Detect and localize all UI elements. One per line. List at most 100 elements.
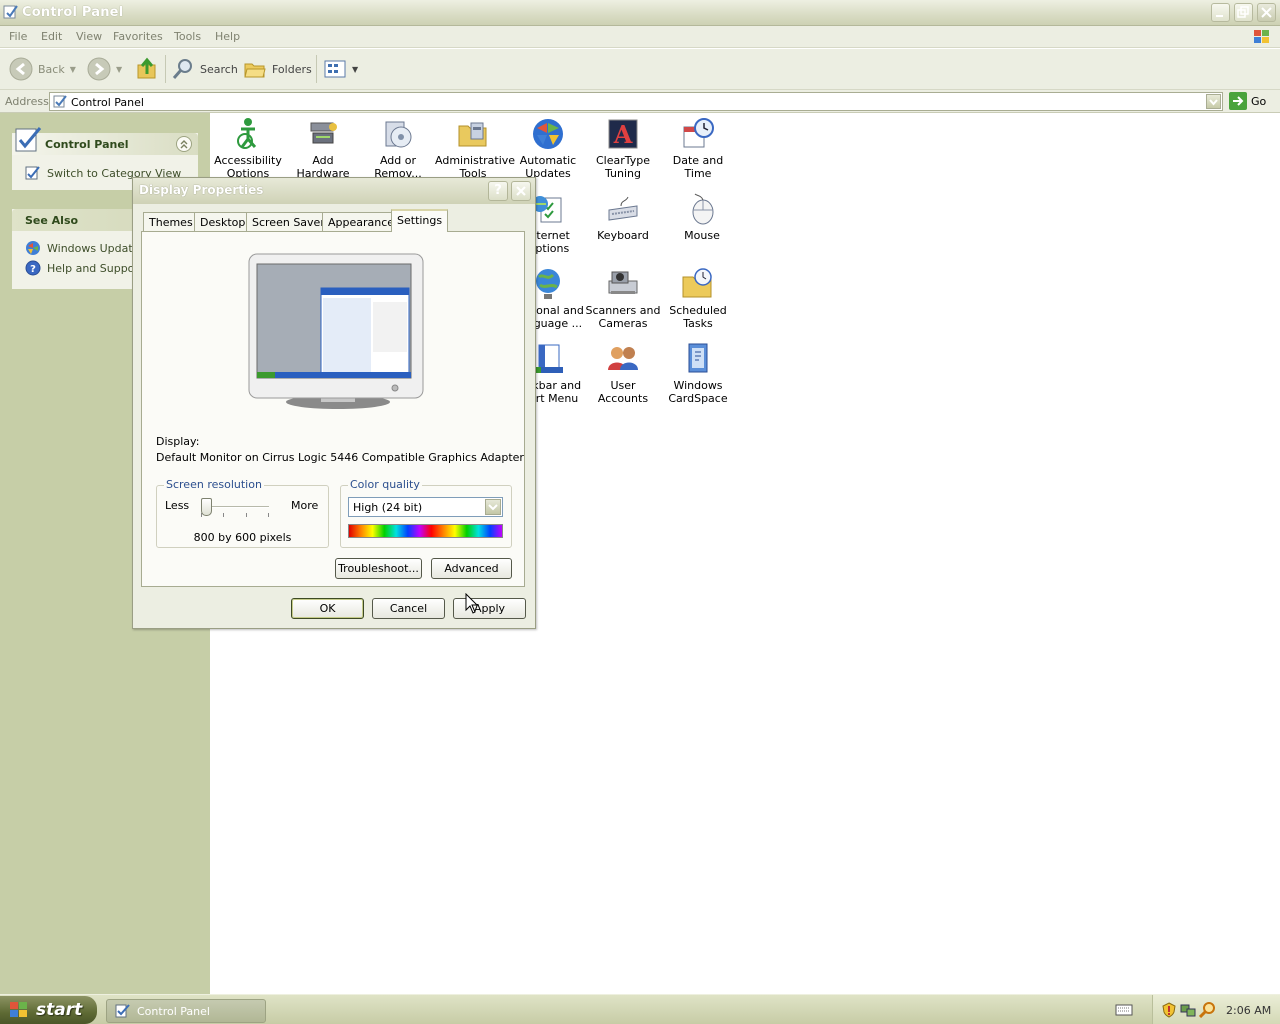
up-folder-icon <box>137 57 156 79</box>
control-panel-large-icon <box>15 127 42 152</box>
cardspace-icon <box>688 343 708 373</box>
standard-toolbar: Back ▼ ▼ Search Folders ▼ <box>0 49 1280 90</box>
control-panel-small-icon <box>53 95 67 108</box>
keyboard-layout-icon[interactable] <box>1115 1003 1133 1017</box>
tab-desktop[interactable]: Desktop <box>194 212 252 231</box>
add-remove-programs-item[interactable]: Add or Remov... <box>360 117 436 180</box>
dialog-close-button[interactable] <box>511 181 531 201</box>
back-button[interactable]: Back ▼ <box>9 57 76 81</box>
display-label: Display: <box>156 435 200 448</box>
ok-button[interactable]: OK <box>291 598 364 619</box>
start-button[interactable]: start <box>0 996 97 1024</box>
minimize-button[interactable] <box>1211 3 1230 22</box>
taskbar: start Control Panel 2:06 AM <box>0 994 1280 1024</box>
search-magnifier-icon[interactable] <box>1199 1002 1215 1018</box>
network-icon[interactable] <box>1180 1002 1196 1018</box>
control-panel-section-header[interactable]: Control Panel <box>12 127 198 155</box>
add-remove-programs-icon <box>385 121 412 148</box>
accessibility-options-item[interactable]: Accessibility Options <box>210 117 286 180</box>
folders-button[interactable]: Folders <box>243 57 312 81</box>
resolution-less-label: Less <box>165 499 190 512</box>
resolution-slider-thumb[interactable] <box>201 498 212 516</box>
go-button[interactable]: Go <box>1229 92 1266 110</box>
date-and-time-item[interactable]: Date and Time <box>660 117 736 180</box>
menu-tools[interactable]: Tools <box>174 30 201 43</box>
help-icon: ? <box>25 260 41 276</box>
collapse-chevron-icon[interactable] <box>176 136 192 152</box>
maximize-button[interactable] <box>1234 3 1253 22</box>
menu-help[interactable]: Help <box>215 30 240 43</box>
go-arrow-icon <box>1229 92 1247 110</box>
taskbar-start-menu-icon <box>533 344 563 373</box>
dialog-titlebar[interactable]: Display Properties ? <box>133 178 535 204</box>
advanced-button[interactable]: Advanced <box>431 558 512 579</box>
cancel-button[interactable]: Cancel <box>372 598 445 619</box>
control-panel-section-title: Control Panel <box>45 138 129 151</box>
menu-edit[interactable]: Edit <box>41 30 62 43</box>
troubleshoot-button[interactable]: Troubleshoot... <box>335 558 422 579</box>
control-panel-small-icon <box>115 1004 130 1018</box>
resolution-value: 800 by 600 pixels <box>193 531 292 544</box>
screen-resolution-group: Screen resolution Less More 800 by 600 p… <box>156 478 329 548</box>
views-button[interactable]: ▼ <box>323 57 358 81</box>
control-panel-icon <box>3 5 18 19</box>
forward-dropdown-icon[interactable]: ▼ <box>116 65 122 74</box>
taskbar-button-label: Control Panel <box>137 1004 210 1018</box>
cleartype-tuning-label: ClearType Tuning <box>595 154 651 180</box>
address-dropdown-button[interactable] <box>1206 94 1221 109</box>
add-hardware-icon <box>310 122 337 144</box>
mouse-item[interactable]: Mouse <box>664 192 740 242</box>
help-and-support-link[interactable]: ? Help and Support <box>25 260 143 276</box>
minimize-icon <box>1216 15 1223 17</box>
color-quality-group: Color quality High (24 bit) <box>340 478 512 548</box>
dialog-help-button[interactable]: ? <box>488 181 508 201</box>
color-quality-dropdown-button[interactable] <box>485 499 501 515</box>
scheduled-tasks-icon <box>682 268 712 298</box>
automatic-updates-item[interactable]: Automatic Updates <box>510 117 586 180</box>
tab-appearance[interactable]: Appearance <box>322 212 401 231</box>
date-time-icon <box>683 118 714 148</box>
user-accounts-icon <box>608 347 638 370</box>
scheduled-tasks-item[interactable]: Scheduled Tasks <box>660 267 736 330</box>
window-titlebar[interactable]: Control Panel <box>0 0 1280 26</box>
tab-screen-saver[interactable]: Screen Saver <box>246 212 331 231</box>
back-dropdown-icon[interactable]: ▼ <box>70 65 76 74</box>
keyboard-item[interactable]: Keyboard <box>585 192 661 242</box>
views-dropdown-icon[interactable]: ▼ <box>352 65 358 74</box>
administrative-tools-icon <box>458 122 487 147</box>
add-hardware-item[interactable]: Add Hardware <box>285 117 361 180</box>
windows-cardspace-label: Windows CardSpace <box>668 379 728 405</box>
menu-file[interactable]: File <box>9 30 27 43</box>
settings-tab-page: Display: Default Monitor on Cirrus Logic… <box>141 231 525 587</box>
menu-view[interactable]: View <box>76 30 102 43</box>
forward-button[interactable]: ▼ <box>87 57 122 81</box>
tab-settings[interactable]: Settings <box>391 209 449 232</box>
windows-logo-icon <box>1254 30 1269 43</box>
resolution-more-label: More <box>291 499 319 512</box>
tab-themes[interactable]: Themes <box>143 212 199 231</box>
administrative-tools-item[interactable]: Administrative Tools <box>435 117 515 180</box>
apply-button[interactable]: Apply <box>453 598 526 619</box>
keyboard-icon <box>608 196 638 221</box>
start-label: start <box>36 1000 83 1020</box>
security-shield-icon[interactable] <box>1161 1002 1177 1018</box>
windows-update-link[interactable]: Windows Update <box>25 240 139 256</box>
dialog-title: Display Properties <box>139 183 264 197</box>
accessibility-icon <box>237 118 257 149</box>
scanners-and-cameras-item[interactable]: Scanners and Cameras <box>585 267 661 330</box>
close-button[interactable] <box>1257 3 1276 22</box>
cleartype-tuning-item[interactable]: A ClearType Tuning <box>585 117 661 180</box>
user-accounts-item[interactable]: User Accounts <box>585 342 661 405</box>
color-quality-select[interactable]: High (24 bit) <box>348 497 503 517</box>
taskbar-button-control-panel[interactable]: Control Panel <box>106 999 266 1023</box>
address-field[interactable]: Control Panel <box>49 92 1223 111</box>
menu-favorites[interactable]: Favorites <box>113 30 163 43</box>
scheduled-tasks-label: Scheduled Tasks <box>669 304 727 330</box>
windows-cardspace-item[interactable]: Windows CardSpace <box>660 342 736 405</box>
back-label: Back <box>38 62 65 76</box>
up-folder-button[interactable] <box>135 57 159 81</box>
windows-update-icon <box>26 241 40 255</box>
search-button[interactable]: Search <box>171 57 238 81</box>
cleartype-icon: A <box>608 119 638 149</box>
search-label: Search <box>200 62 238 76</box>
